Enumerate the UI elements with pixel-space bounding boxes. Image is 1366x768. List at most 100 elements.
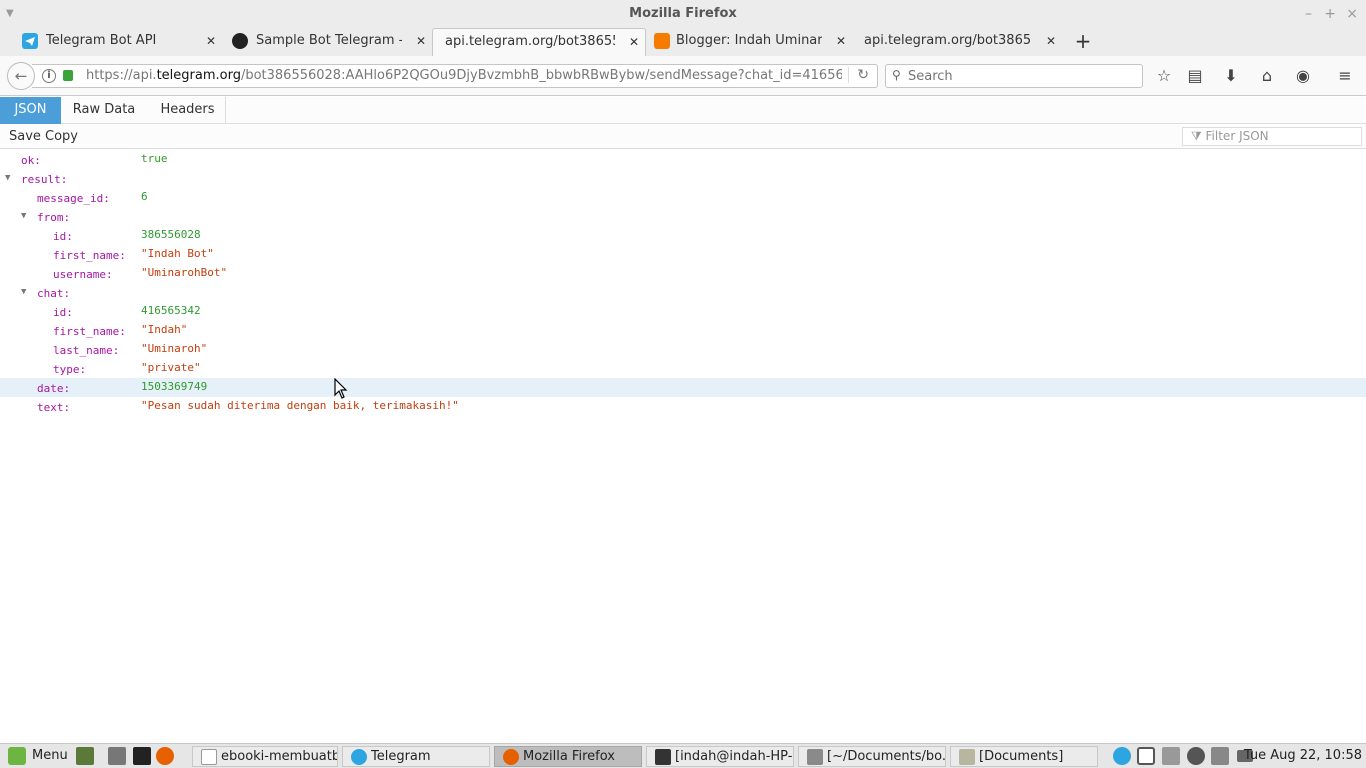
json-key: first_name: — [53, 249, 126, 262]
json-row[interactable]: username: "UminarohBot" — [0, 264, 1366, 283]
json-row[interactable]: ▼ chat: — [0, 283, 1366, 302]
json-row[interactable]: first_name: "Indah Bot" — [0, 245, 1366, 264]
task-firefox[interactable]: Mozilla Firefox — [494, 746, 642, 767]
task-editor[interactable]: [~/Documents/bo... — [798, 746, 946, 767]
json-value: 416565342 — [141, 304, 201, 317]
json-key: message_id: — [37, 192, 110, 205]
bluetooth-icon[interactable] — [1187, 747, 1205, 765]
downloads-icon[interactable]: ⬇ — [1220, 65, 1242, 87]
window-titlebar: ▼ Mozilla Firefox – + × — [0, 0, 1366, 28]
tab-title: api.telegram.org/bot386556028 — [864, 33, 1032, 48]
network-icon[interactable] — [1162, 747, 1180, 765]
task-ebook[interactable]: ebooki-membuatb... — [192, 746, 338, 767]
tab-title: api.telegram.org/bot386556028 — [445, 34, 615, 49]
task-terminal[interactable]: [indah@indah-HP-... — [646, 746, 794, 767]
json-row[interactable]: ok: true — [0, 150, 1366, 169]
show-desktop-icon[interactable] — [76, 747, 94, 765]
firefox-launcher-icon[interactable] — [156, 747, 174, 765]
json-key: date: — [37, 382, 71, 395]
navigation-toolbar: i https://api.telegram.org/bot386556028:… — [0, 56, 1366, 96]
json-value: "Pesan sudah diterima dengan baik, terim… — [141, 399, 459, 412]
telegram-icon — [351, 749, 367, 765]
menu-label: Menu — [32, 748, 68, 763]
json-row[interactable]: first_name: "Indah" — [0, 321, 1366, 340]
url-text[interactable]: https://api.telegram.org/bot386556028:AA… — [86, 68, 842, 83]
close-tab-icon[interactable]: ✕ — [1046, 28, 1056, 54]
shield-icon[interactable] — [1137, 747, 1155, 765]
json-row[interactable]: ▼ result: — [0, 169, 1366, 188]
task-label: [Documents] — [979, 749, 1064, 764]
json-key: last_name: — [53, 344, 120, 357]
minimize-icon[interactable]: – — [1305, 0, 1312, 28]
pocket-icon[interactable]: ◉ — [1292, 65, 1314, 87]
terminal-launcher-icon[interactable] — [133, 747, 151, 765]
task-telegram[interactable]: Telegram — [342, 746, 490, 767]
json-row[interactable]: date: 1503369749 — [0, 378, 1366, 397]
new-tab-button[interactable]: + — [1072, 30, 1094, 52]
close-tab-icon[interactable]: ✕ — [836, 28, 846, 54]
url-prefix: https://api. — [86, 68, 157, 83]
file-manager-icon[interactable] — [108, 747, 126, 765]
task-documents[interactable]: [Documents] — [950, 746, 1098, 767]
volume-icon[interactable] — [1211, 747, 1229, 765]
json-row[interactable]: last_name: "Uminaroh" — [0, 340, 1366, 359]
telegram-tray-icon[interactable] — [1113, 747, 1131, 765]
lock-icon[interactable] — [63, 70, 73, 81]
tab-raw-data[interactable]: Raw Data — [66, 97, 142, 124]
tab-title: Sample Bot Telegram - PHP — [256, 33, 402, 48]
json-row[interactable]: id: 386556028 — [0, 226, 1366, 245]
back-button[interactable]: ← — [7, 62, 35, 90]
json-value: "Indah" — [141, 323, 188, 336]
json-viewer-tabs: JSON Raw Data Headers — [0, 97, 1366, 124]
url-bar[interactable]: i https://api.telegram.org/bot386556028:… — [32, 64, 878, 88]
editor-icon — [807, 749, 823, 765]
document-icon — [201, 749, 217, 765]
expand-toggle-icon[interactable]: ▼ — [5, 169, 10, 188]
tab-blogger[interactable]: Blogger: Indah Uminaroh - ✕ — [646, 28, 852, 56]
copy-button[interactable]: Copy — [44, 128, 79, 146]
info-icon[interactable]: i — [42, 69, 56, 83]
json-key: ok: — [21, 154, 41, 167]
bookmark-star-icon[interactable]: ☆ — [1153, 65, 1175, 87]
reload-icon[interactable]: ↻ — [848, 67, 869, 83]
maximize-icon[interactable]: + — [1324, 0, 1336, 28]
json-row[interactable]: text: "Pesan sudah diterima dengan baik, … — [0, 397, 1366, 416]
expand-toggle-icon[interactable]: ▼ — [21, 207, 26, 226]
json-row[interactable]: type: "private" — [0, 359, 1366, 378]
start-menu-button[interactable]: Menu — [4, 746, 68, 766]
bookmarks-menu-icon[interactable]: ▤ — [1184, 65, 1206, 87]
json-row[interactable]: id: 416565342 — [0, 302, 1366, 321]
tab-strip: Telegram Bot API ✕ Sample Bot Telegram -… — [0, 28, 1366, 56]
hamburger-menu-icon[interactable]: ≡ — [1334, 65, 1356, 87]
firefox-icon — [503, 749, 519, 765]
json-key: chat: — [37, 287, 71, 300]
json-key: id: — [53, 230, 73, 243]
tab-telegram-bot-api[interactable]: Telegram Bot API ✕ — [0, 28, 222, 56]
home-icon[interactable]: ⌂ — [1256, 65, 1278, 87]
task-label: Mozilla Firefox — [523, 749, 615, 764]
expand-toggle-icon[interactable]: ▼ — [21, 283, 26, 302]
json-row[interactable]: message_id: 6 — [0, 188, 1366, 207]
tab-sample-bot[interactable]: Sample Bot Telegram - PHP ✕ — [212, 28, 432, 56]
json-value: true — [141, 152, 168, 165]
save-button[interactable]: Save — [8, 128, 42, 146]
search-box[interactable]: ⚲ — [885, 64, 1143, 88]
window-menu-icon[interactable]: ▼ — [6, 0, 14, 28]
tab-headers[interactable]: Headers — [150, 97, 226, 124]
clock[interactable]: Tue Aug 22, 10:58 — [1244, 747, 1362, 765]
tab-api-telegram-2[interactable]: api.telegram.org/bot386556028 ✕ — [852, 28, 1062, 56]
search-input[interactable] — [908, 67, 1138, 85]
json-row[interactable]: ▼ from: — [0, 207, 1366, 226]
tab-title: Blogger: Indah Uminaroh - — [676, 33, 822, 48]
tab-json[interactable]: JSON — [0, 97, 61, 124]
window-title: Mozilla Firefox — [629, 6, 737, 21]
close-window-icon[interactable]: × — [1346, 0, 1358, 28]
close-tab-icon[interactable]: ✕ — [629, 29, 639, 55]
task-label: [~/Documents/bo... — [827, 749, 946, 764]
tab-api-telegram-active[interactable]: api.telegram.org/bot386556028 ✕ — [432, 28, 646, 56]
terminal-icon — [655, 749, 671, 765]
json-key: first_name: — [53, 325, 126, 338]
blogger-icon — [654, 33, 670, 49]
close-tab-icon[interactable]: ✕ — [416, 28, 426, 54]
filter-json-input[interactable]: ⧩ Filter JSON — [1182, 127, 1362, 146]
